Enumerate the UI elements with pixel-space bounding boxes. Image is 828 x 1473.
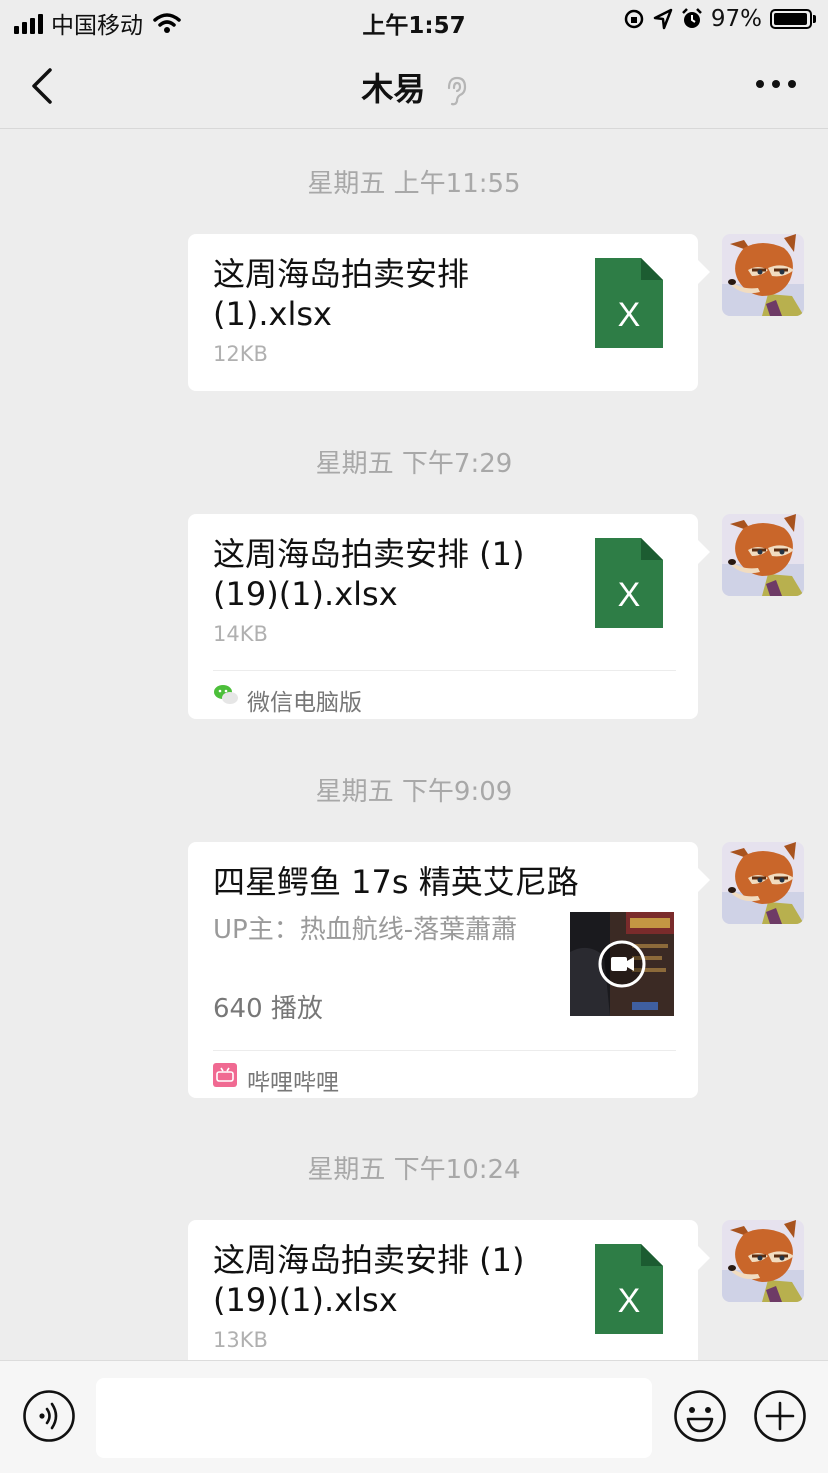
- file-size: 13KB: [213, 1328, 268, 1352]
- timestamp: 星期五 下午9:09: [315, 777, 513, 807]
- nav-bar: 木易: [0, 44, 828, 129]
- excel-file-icon: X: [595, 1244, 663, 1334]
- excel-file-icon: X: [595, 258, 663, 348]
- timestamp: 星期五 下午7:29: [315, 449, 513, 479]
- avatar[interactable]: [722, 1220, 804, 1302]
- file-message-bubble[interactable]: 这周海岛拍卖安排 (1)(19)(1).xlsx 14KB X 微信电脑版: [188, 514, 710, 719]
- status-bar: 中国移动 上午1:57 97%: [0, 0, 828, 44]
- video-uploader: UP主：热血航线-落葉蕭蕭: [213, 915, 518, 945]
- timestamp: 星期五 下午10:24: [307, 1155, 521, 1185]
- video-thumbnail[interactable]: [570, 912, 674, 1016]
- bilibili-icon: [213, 1063, 237, 1087]
- timestamp: 星期五 上午11:55: [307, 169, 521, 199]
- file-message-bubble[interactable]: 这周海岛拍卖安排(1).xlsx 12KB X: [188, 234, 710, 391]
- input-bar: [0, 1360, 828, 1473]
- video-message-bubble[interactable]: 四星鳄鱼 17s 精英艾尼路 UP主：热血航线-落葉蕭蕭 640 播放 哔哩哔哩: [188, 842, 710, 1099]
- excel-file-icon-letter: X: [618, 1282, 641, 1320]
- location-icon: [653, 8, 673, 30]
- file-message-bubble[interactable]: 这周海岛拍卖安排 (1)(19)(1).xlsx 13KB X: [188, 1220, 710, 1360]
- alarm-icon: [681, 8, 702, 28]
- video-title: 四星鳄鱼 17s 精英艾尼路: [213, 863, 579, 901]
- chat-header: 木易: [0, 64, 828, 110]
- file-size: 12KB: [213, 342, 268, 366]
- excel-file-icon-letter: X: [618, 576, 641, 614]
- more-icon[interactable]: [754, 74, 798, 94]
- status-right: 97%: [623, 6, 816, 32]
- avatar[interactable]: [722, 234, 804, 316]
- avatar[interactable]: [722, 842, 804, 924]
- chat-title: 木易: [361, 70, 426, 108]
- file-name: 这周海岛拍卖安排(1).xlsx: [213, 255, 470, 333]
- video-play-count: 640 播放: [213, 994, 323, 1024]
- file-name: 这周海岛拍卖安排 (1)(19)(1).xlsx: [213, 1241, 525, 1319]
- battery-icon: [770, 9, 816, 29]
- wechat-icon: [214, 685, 238, 704]
- source-label: 哔哩哔哩: [247, 1070, 339, 1096]
- emoji-icon[interactable]: [673, 1389, 727, 1443]
- source-label: 微信电脑版: [247, 690, 362, 716]
- voice-icon[interactable]: [22, 1389, 76, 1443]
- file-name: 这周海岛拍卖安排 (1)(19)(1).xlsx: [213, 535, 525, 613]
- excel-file-icon: X: [595, 538, 663, 628]
- video-camera-icon: [611, 957, 627, 971]
- message-source: 微信电脑版: [213, 670, 676, 719]
- excel-file-icon-letter: X: [618, 296, 641, 334]
- message-input[interactable]: [96, 1378, 652, 1458]
- ear-icon: [447, 76, 466, 106]
- battery-percent: 97%: [710, 6, 762, 32]
- file-size: 14KB: [213, 622, 268, 646]
- plus-icon[interactable]: [753, 1389, 807, 1443]
- avatar[interactable]: [722, 514, 804, 596]
- message-source: 哔哩哔哩: [213, 1050, 676, 1099]
- chat-area[interactable]: 星期五 上午11:55 这周海岛拍卖安排(1).xlsx 12KB X 星期五 …: [0, 129, 828, 1360]
- orientation-lock-icon: [624, 9, 644, 29]
